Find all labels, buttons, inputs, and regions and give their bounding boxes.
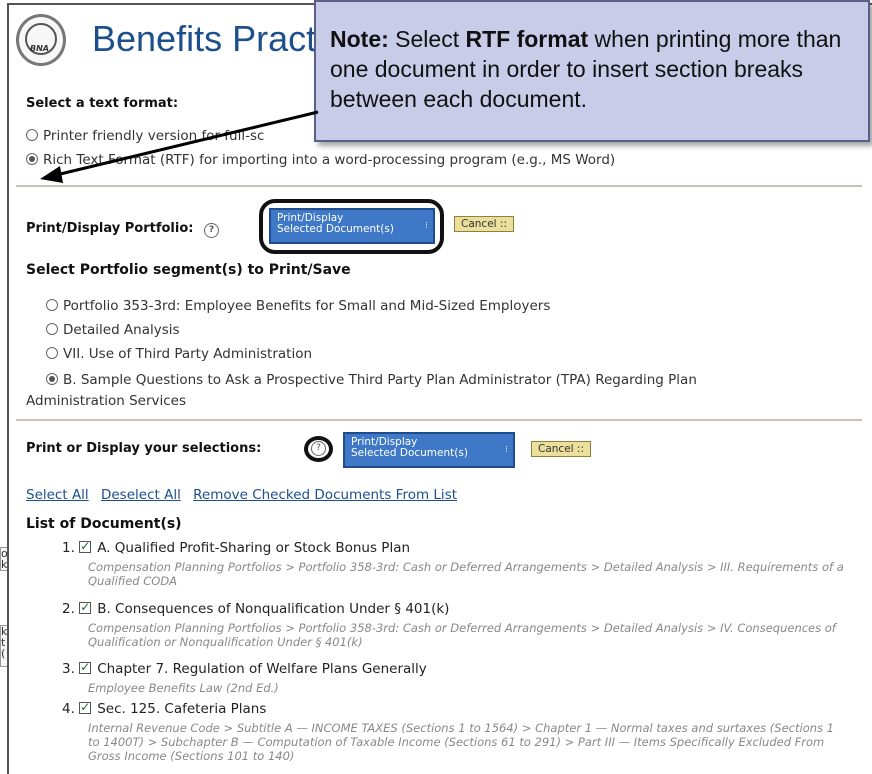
callout-arrow bbox=[40, 110, 319, 183]
